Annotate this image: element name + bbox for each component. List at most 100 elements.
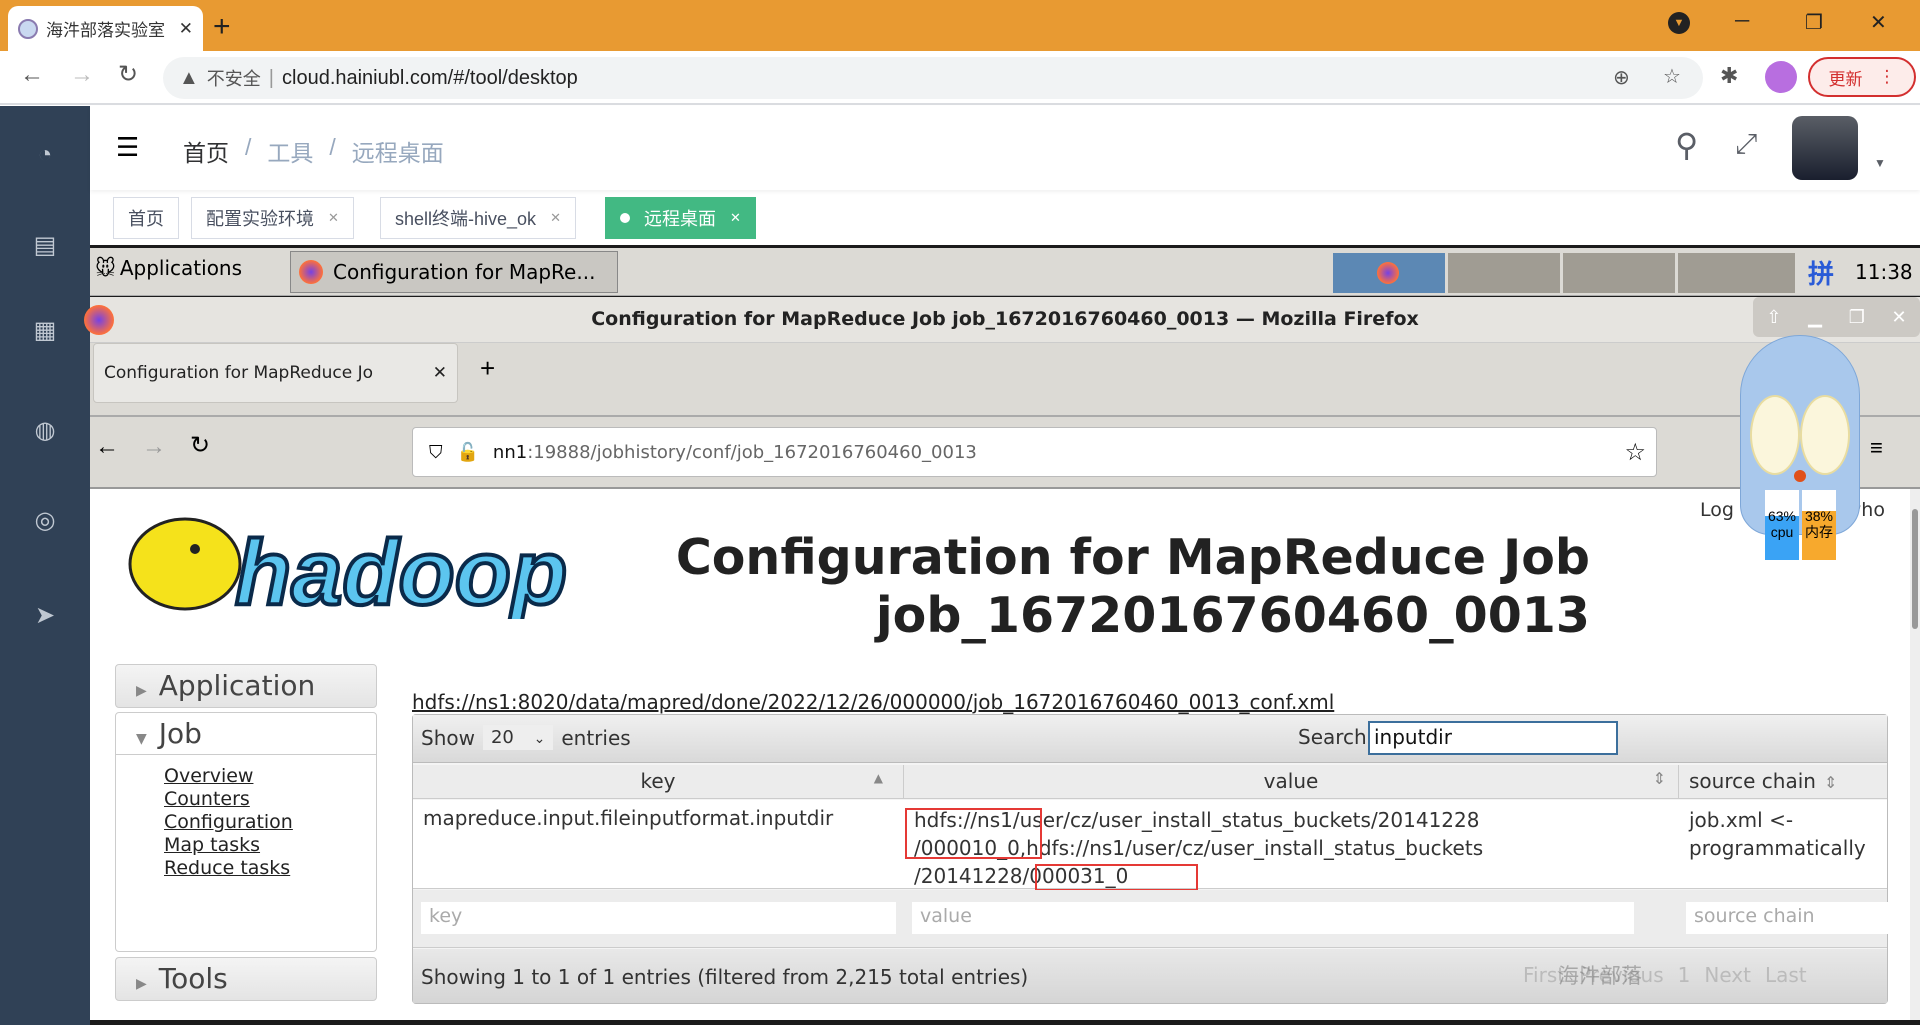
globe-icon[interactable]: ◍: [30, 416, 60, 446]
menu-toggle-icon[interactable]: ☰: [116, 132, 139, 163]
system-monitor-widget[interactable]: 63% cpu 38% 内存: [1720, 335, 1880, 560]
breadcrumb-tools[interactable]: 工具: [267, 134, 313, 168]
tag-remote-desktop[interactable]: 远程桌面 ✕: [605, 197, 756, 239]
forward-icon[interactable]: →: [142, 433, 166, 461]
close-window-icon[interactable]: ✕: [1870, 10, 1887, 35]
sort-icon: ⇕: [1652, 769, 1666, 788]
profile-dropdown-icon[interactable]: ▼: [1668, 12, 1690, 34]
pager-last[interactable]: Last: [1765, 963, 1807, 987]
forward-icon[interactable]: →: [70, 61, 94, 89]
extensions-icon[interactable]: ✱: [1720, 63, 1738, 89]
caret-right-icon: ▶: [136, 683, 147, 699]
close-icon[interactable]: ✕: [550, 210, 561, 226]
search-input[interactable]: inputdir: [1368, 721, 1618, 755]
applications-menu[interactable]: 🐭 Applications: [95, 256, 242, 280]
conf-file-link[interactable]: hdfs://ns1:8020/data/mapred/done/2022/12…: [412, 690, 1334, 714]
close-icon[interactable]: ✕: [1892, 307, 1907, 328]
tag-config-env[interactable]: 配置实验环境 ✕: [191, 197, 354, 239]
close-tab-icon[interactable]: ✕: [179, 19, 193, 39]
minimize-icon[interactable]: ─: [1735, 10, 1749, 33]
page-title: Configuration for MapReduce Job job_16720…: [675, 529, 1590, 644]
url-bar[interactable]: ⛉ 🔓 nn1:19888/jobhistory/conf/job_167201…: [412, 427, 1657, 477]
send-icon[interactable]: ➤: [30, 601, 60, 631]
workspace-4[interactable]: [1678, 253, 1795, 293]
bookmark-star-icon[interactable]: ☆: [1624, 438, 1646, 466]
new-tab-button[interactable]: +: [213, 10, 231, 44]
close-icon[interactable]: ✕: [730, 210, 741, 226]
tag-shell[interactable]: shell终端-hive_ok ✕: [380, 197, 576, 239]
profile-avatar[interactable]: [1765, 61, 1797, 93]
workspace-2[interactable]: [1448, 253, 1560, 293]
filter-source-input[interactable]: source chain: [1686, 902, 1889, 934]
bookmark-star-icon[interactable]: ☆: [1663, 64, 1681, 89]
nav-link-reduce-tasks[interactable]: Reduce tasks: [116, 857, 376, 880]
reload-icon[interactable]: ↻: [190, 431, 210, 460]
firefox-nav-bar: ← → ↻ ⛉ 🔓 nn1:19888/jobhistory/conf/job_…: [90, 415, 1920, 487]
omnibox[interactable]: ▲ 不安全 | cloud.hainiubl.com/#/tool/deskto…: [163, 57, 1703, 99]
window-titlebar[interactable]: Configuration for MapReduce Job job_1672…: [90, 297, 1920, 342]
nav-job-header[interactable]: ▼ Job: [116, 717, 376, 755]
document-icon[interactable]: ▤: [30, 231, 60, 261]
sort-asc-icon: ▲: [873, 771, 883, 785]
browser-tab[interactable]: 海汼部落实验室 | 大数据学习云环 ✕: [8, 6, 203, 51]
update-button[interactable]: 更新 ⋮: [1808, 57, 1916, 97]
firefox-tab-strip: Configuration for MapReduce Jo ✕ +: [90, 342, 1920, 415]
taskbar-firefox[interactable]: Configuration for MapRe...: [290, 251, 618, 293]
ime-indicator[interactable]: 拼: [1800, 254, 1842, 292]
close-tab-icon[interactable]: ✕: [433, 363, 447, 383]
nav-tools[interactable]: ▶ Tools: [115, 957, 377, 1001]
separator: |: [268, 66, 274, 89]
filter-key-input[interactable]: key: [421, 902, 896, 934]
caret-down-icon[interactable]: ▼: [1874, 156, 1886, 170]
browser-tab-bar: 海汼部落实验室 | 大数据学习云环 ✕ + ▼ ─ ❐ ✕: [0, 0, 1920, 51]
apps-icon[interactable]: ▦: [30, 316, 60, 346]
dashboard-icon[interactable]: ◔: [30, 141, 60, 171]
filter-value-input[interactable]: value: [912, 902, 1634, 934]
highlight-box: [905, 808, 1042, 859]
nav-application[interactable]: ▶ Application: [115, 664, 377, 708]
nav-link-configuration[interactable]: Configuration: [116, 811, 376, 834]
clock: 11:38: [1855, 260, 1913, 284]
table-info: Showing 1 to 1 of 1 entries (filtered fr…: [421, 965, 1029, 989]
app-header: ☰ 首页 / 工具 / 远程桌面 ⚲ ⤢ ▼: [90, 106, 1920, 190]
column-header-value[interactable]: value ⇕: [904, 765, 1679, 799]
close-icon[interactable]: ✕: [328, 210, 339, 226]
more-menu-icon[interactable]: ⋮: [1879, 67, 1896, 87]
breadcrumb-current: 远程桌面: [351, 140, 444, 166]
entries-select[interactable]: 20 ⌄: [482, 725, 554, 750]
support-icon[interactable]: ◎: [30, 506, 60, 536]
reload-icon[interactable]: ↻: [118, 60, 138, 89]
firefox-tab[interactable]: Configuration for MapReduce Jo ✕: [93, 343, 458, 403]
new-tab-button[interactable]: +: [480, 353, 495, 384]
restore-icon[interactable]: ❐: [1805, 10, 1823, 35]
back-icon[interactable]: ←: [95, 433, 119, 461]
warning-icon: ▲: [179, 66, 199, 89]
pager-page-1[interactable]: 1: [1678, 963, 1691, 987]
column-header-source[interactable]: source chain ⇕: [1679, 765, 1889, 799]
nav-link-overview[interactable]: Overview: [116, 765, 376, 788]
pager-next[interactable]: Next: [1704, 963, 1751, 987]
highlight-box: [1035, 864, 1198, 891]
shade-icon[interactable]: ⇧: [1766, 307, 1781, 328]
back-icon[interactable]: ←: [20, 61, 44, 89]
firefox-icon: [1377, 262, 1399, 284]
tag-home[interactable]: 首页: [113, 197, 179, 239]
fullscreen-icon[interactable]: ⤢: [1735, 128, 1757, 161]
search-icon[interactable]: ⚲: [1675, 126, 1698, 164]
shield-icon: ⛉: [429, 441, 443, 463]
nav-link-map-tasks[interactable]: Map tasks: [116, 834, 376, 857]
workspace-3[interactable]: [1563, 253, 1675, 293]
workspace-1[interactable]: [1333, 253, 1445, 293]
sort-icon: ⇕: [1823, 773, 1838, 792]
user-avatar[interactable]: [1792, 116, 1858, 180]
breadcrumb-home[interactable]: 首页: [183, 134, 229, 168]
remote-desktop[interactable]: 🐭 Applications Configuration for MapRe...…: [84, 245, 1920, 1025]
nav-link-counters[interactable]: Counters: [116, 788, 376, 811]
app-sidebar: ◔ ▤ ▦ ◍ ◎ ➤: [0, 106, 90, 1025]
column-header-key[interactable]: key ▲: [413, 765, 904, 799]
zoom-icon[interactable]: ⊕: [1613, 65, 1630, 90]
maximize-icon[interactable]: ❐: [1849, 307, 1865, 328]
scrollbar[interactable]: [1910, 489, 1920, 1020]
minimize-icon[interactable]: ▁: [1808, 307, 1822, 328]
insecure-lock-icon: 🔓: [456, 441, 479, 463]
